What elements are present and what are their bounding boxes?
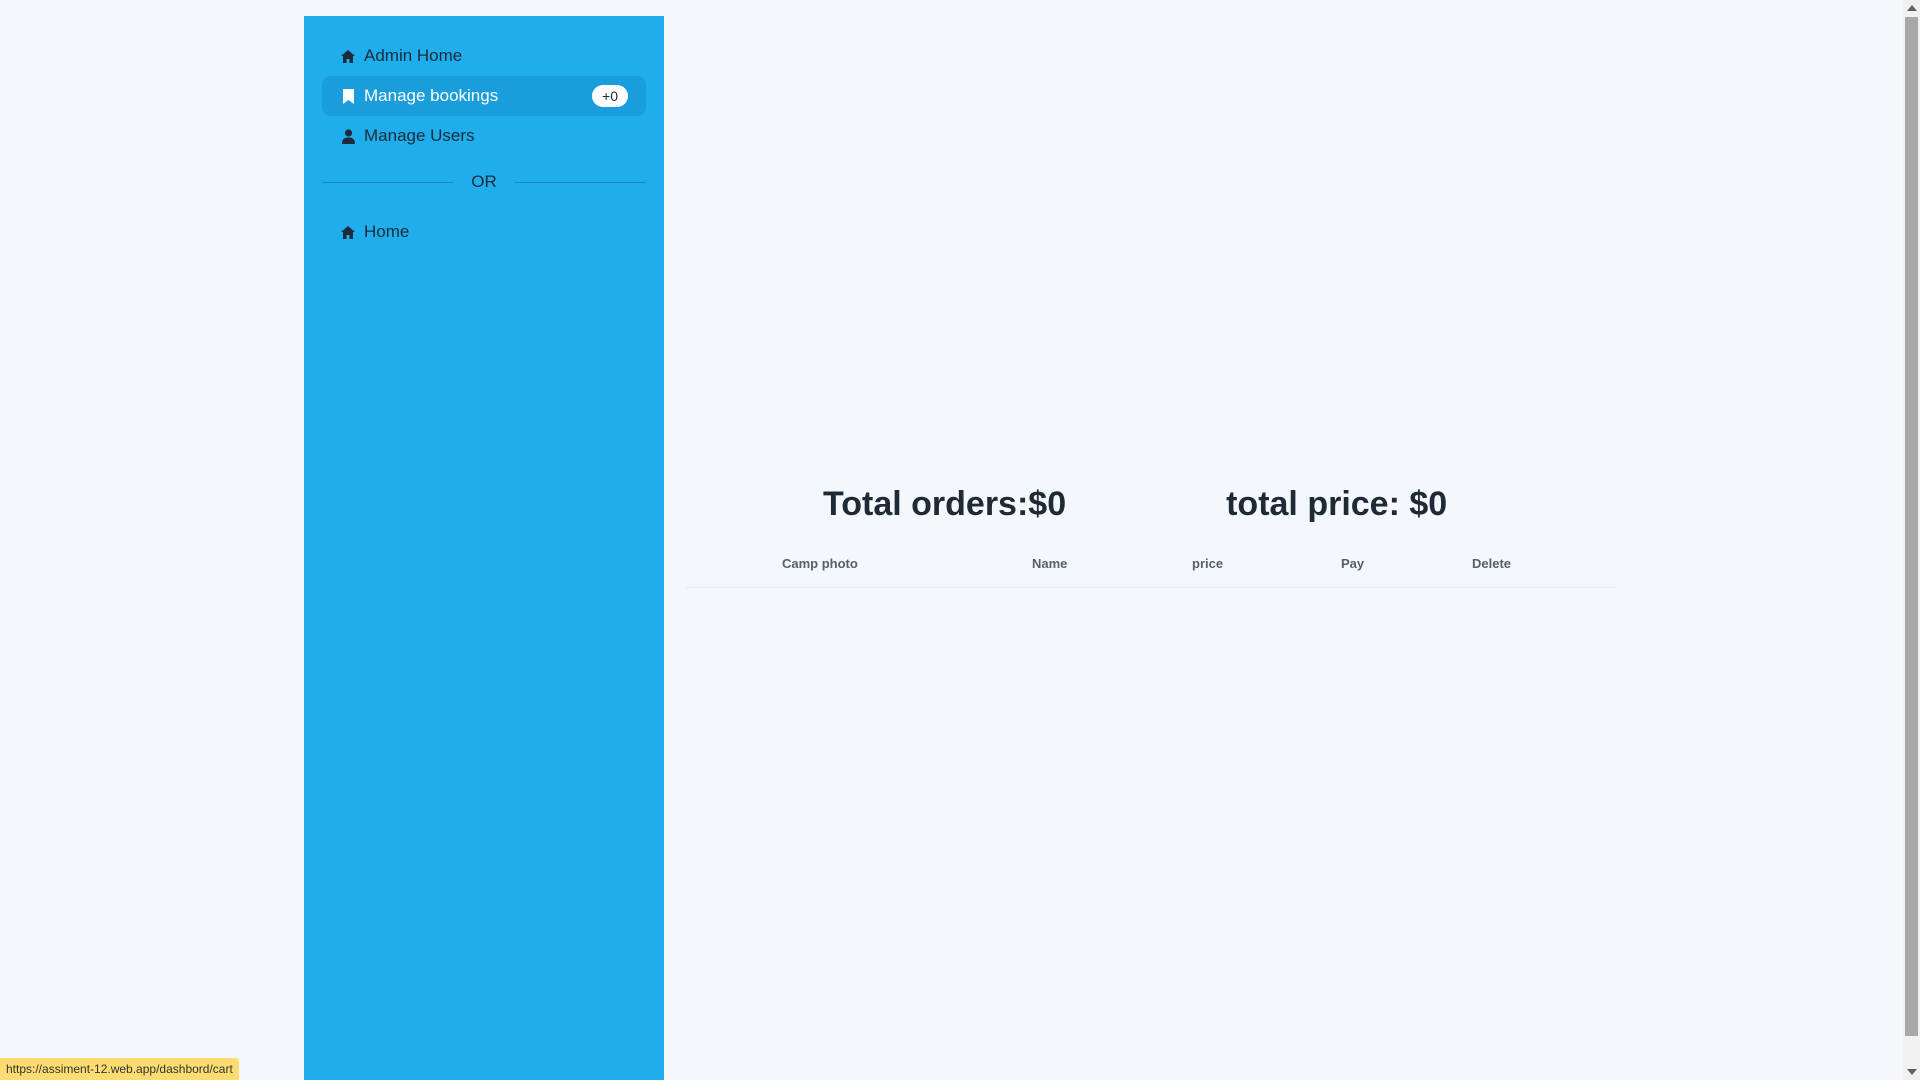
total-price: total price: $0 (1226, 485, 1448, 523)
bookings-count-badge: +0 (592, 85, 628, 107)
user-icon (340, 128, 356, 144)
divider-line (514, 181, 646, 183)
bookmark-icon (340, 88, 356, 104)
status-bar-url: https://assiment-12.web.app/dashbord/car… (0, 1058, 239, 1080)
scrollbar-thumb[interactable] (1905, 17, 1918, 1036)
sidebar-item-admin-home[interactable]: Admin Home (322, 36, 646, 76)
home-icon (340, 224, 356, 240)
column-header-name: Name (1032, 556, 1192, 588)
sidebar-divider: OR (322, 164, 646, 200)
column-header-price: price (1192, 556, 1341, 588)
bookings-table: Camp photo Name price Pay Delete (686, 556, 1616, 588)
sidebar-item-label: Manage Users (364, 126, 475, 145)
scroll-up-arrow-icon[interactable] (1907, 5, 1917, 11)
scroll-down-arrow-icon[interactable] (1907, 1069, 1917, 1075)
sidebar-item-manage-users[interactable]: Manage Users (322, 116, 646, 156)
sidebar-menu: Admin Home Manage bookings +0 Manage Use… (304, 16, 664, 156)
column-header-delete: Delete (1472, 556, 1616, 588)
table-header-row: Camp photo Name price Pay Delete (686, 556, 1616, 588)
sidebar-secondary-menu: Home (304, 212, 664, 252)
sidebar-item-manage-bookings[interactable]: Manage bookings +0 (322, 76, 646, 116)
sidebar-item-label: Admin Home (364, 46, 463, 65)
column-header-pay: Pay (1341, 556, 1472, 588)
sidebar-item-label: Manage bookings (364, 86, 499, 105)
table-header-spacer (686, 556, 782, 588)
sidebar-item-label: Home (364, 222, 410, 241)
page: Admin Home Manage bookings +0 Manage Use… (0, 0, 1920, 1080)
vertical-scrollbar[interactable] (1903, 0, 1920, 1080)
divider-label: OR (471, 172, 497, 191)
sidebar: Admin Home Manage bookings +0 Manage Use… (304, 16, 664, 1080)
divider-line (322, 181, 454, 183)
totals-summary: Total orders:$0 total price: $0 (823, 485, 1447, 524)
column-header-camp-photo: Camp photo (782, 556, 1032, 588)
sidebar-item-home[interactable]: Home (322, 212, 646, 252)
home-icon (340, 48, 356, 64)
total-orders: Total orders:$0 (823, 485, 1067, 523)
